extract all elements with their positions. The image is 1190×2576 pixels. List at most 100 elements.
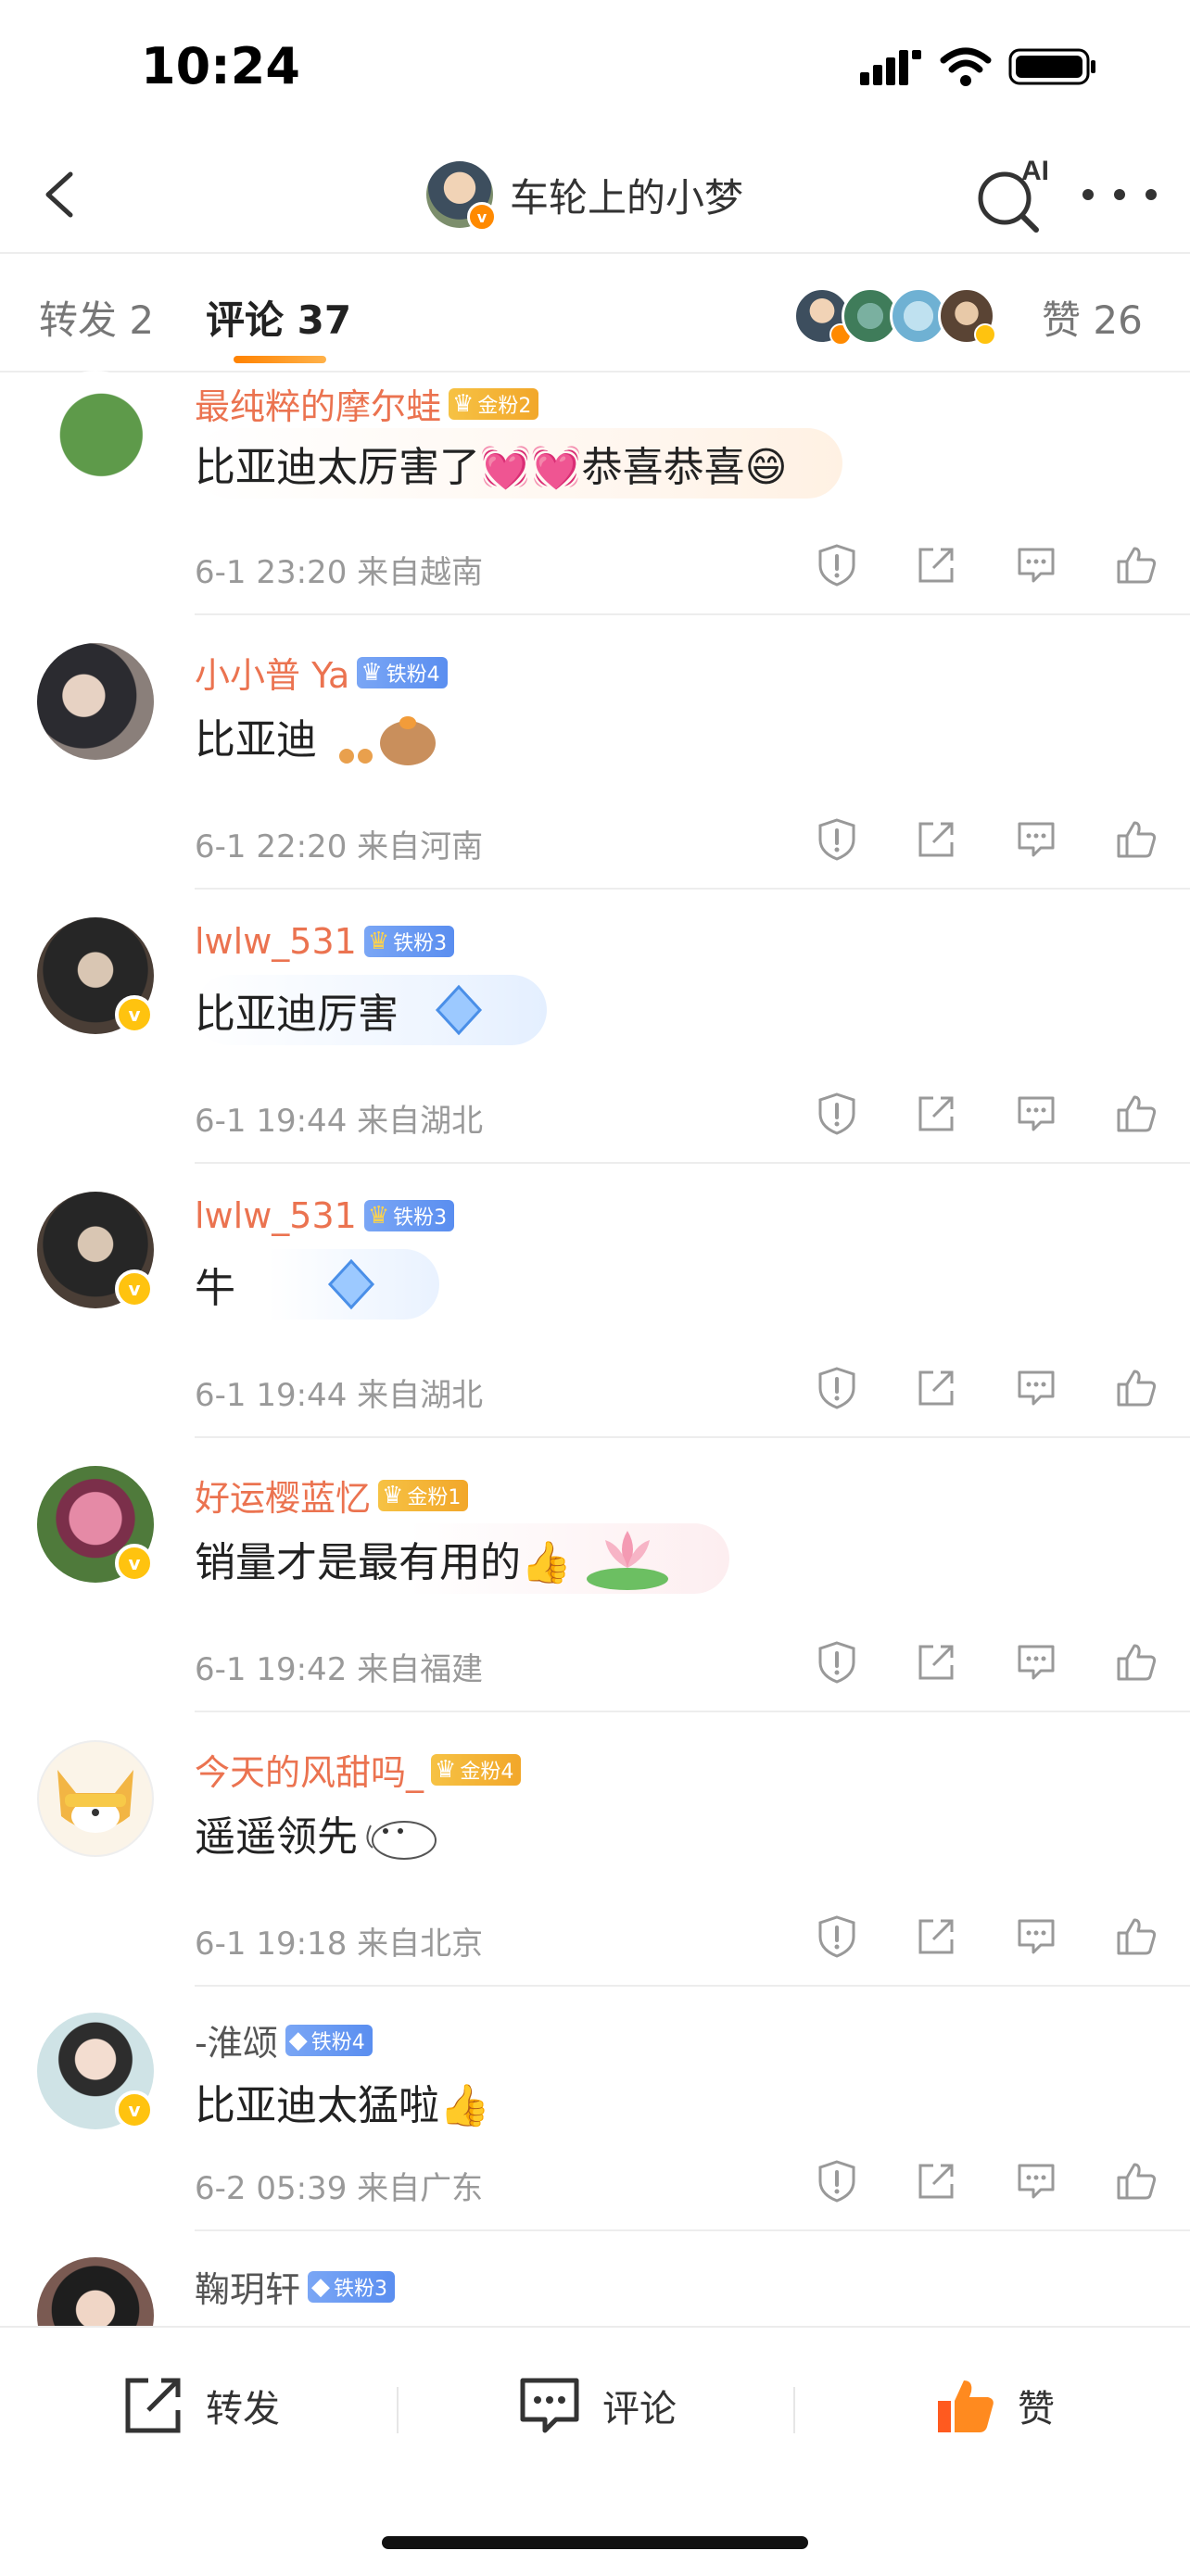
fan-badge[interactable]: ♛ 金粉4 xyxy=(431,1753,522,1786)
report-shield-icon[interactable] xyxy=(816,543,858,587)
like-thumb-icon[interactable] xyxy=(1114,1366,1158,1410)
commenter-avatar[interactable] xyxy=(37,1740,154,1857)
fan-badge[interactable]: ♛ 金粉2 xyxy=(449,387,539,420)
ai-search-button[interactable]: AI xyxy=(973,156,1051,234)
commenter-avatar[interactable] xyxy=(37,643,154,760)
commenter-name[interactable]: -淮颂 xyxy=(195,2014,278,2065)
tab-repost[interactable]: 转发 2 xyxy=(39,289,154,346)
comment-location: 来自湖北 xyxy=(357,1103,484,1140)
report-shield-icon[interactable] xyxy=(816,2159,858,2203)
report-shield-icon[interactable] xyxy=(816,1366,858,1410)
report-shield-icon[interactable] xyxy=(816,817,858,862)
page-title: 车轮上的小梦 xyxy=(510,174,744,221)
report-shield-icon[interactable] xyxy=(816,1640,858,1685)
comment-date: 6-1 19:42 xyxy=(195,1651,348,1688)
reply-comment-icon[interactable] xyxy=(1015,818,1057,861)
commenter-avatar[interactable]: v xyxy=(37,917,154,1034)
like-thumb-icon[interactable] xyxy=(1114,1640,1158,1685)
share-icon[interactable] xyxy=(915,1641,957,1684)
commenter-name[interactable]: lwlw_531 xyxy=(195,1195,357,1236)
share-icon[interactable] xyxy=(915,2160,957,2203)
header-avatar[interactable]: v xyxy=(426,161,497,232)
commenter-name[interactable]: 好运樱蓝忆 xyxy=(195,1470,371,1521)
commenter-name[interactable]: 最纯粹的摩尔蛙 xyxy=(195,378,441,429)
reply-comment-icon[interactable] xyxy=(1015,1367,1057,1409)
commenter-name-row: lwlw_531 ♛ 铁粉3 xyxy=(195,1195,455,1236)
fan-badge[interactable]: ◆ 铁粉4 xyxy=(285,2024,373,2056)
back-button[interactable] xyxy=(28,158,102,232)
like-button[interactable]: 赞 xyxy=(932,2368,1055,2443)
commenter-avatar[interactable] xyxy=(37,371,154,487)
share-icon[interactable] xyxy=(915,1367,957,1409)
comment-text: 比亚迪太猛啦👍 xyxy=(195,2082,490,2129)
commenter-name[interactable]: lwlw_531 xyxy=(195,921,357,962)
commenter-name[interactable]: 小小普 Ya xyxy=(195,647,349,698)
verified-badge-icon xyxy=(974,323,996,346)
fan-badge-label: 金粉1 xyxy=(407,1485,462,1509)
reply-comment-icon[interactable] xyxy=(1015,1915,1057,1958)
fan-badge-label: 金粉4 xyxy=(460,1760,514,1784)
comment-item: v lwlw_531 ♛ 铁粉3 牛 6-1 19:44 来自湖北 xyxy=(0,1164,1190,1436)
like-thumb-icon[interactable] xyxy=(1114,817,1158,862)
comment-date: 6-1 19:44 xyxy=(195,1377,348,1414)
commenter-name[interactable]: 今天的风甜吗_ xyxy=(195,1744,424,1795)
comment-meta: 6-1 19:42 来自福建 xyxy=(195,1644,483,1689)
commenter-avatar[interactable] xyxy=(37,2257,154,2326)
comment-item: 鞠玥轩 ◆ 铁粉3 xyxy=(0,2231,1190,2326)
dot-icon xyxy=(1146,189,1157,200)
like-thumb-icon[interactable] xyxy=(1114,543,1158,587)
commenter-avatar[interactable]: v xyxy=(37,1192,154,1308)
bottom-separator xyxy=(793,2387,795,2433)
comment-date: 6-1 19:44 xyxy=(195,1103,348,1140)
share-icon[interactable] xyxy=(915,544,957,587)
verified-badge-icon: v xyxy=(115,2090,154,2129)
report-shield-icon[interactable] xyxy=(816,1092,858,1136)
diamond-icon: ◆ xyxy=(288,2026,308,2054)
ai-label: AI xyxy=(1021,156,1049,186)
like-thumb-icon[interactable] xyxy=(1114,1914,1158,1959)
reply-comment-icon[interactable] xyxy=(1015,1092,1057,1135)
fan-badge-label: 铁粉3 xyxy=(393,1206,448,1230)
commenter-name-row: 好运樱蓝忆 ♛ 金粉1 xyxy=(195,1470,469,1521)
verified-badge-icon: v xyxy=(115,1544,154,1583)
repost-button[interactable]: 转发 xyxy=(120,2368,280,2443)
commenter-name[interactable]: 鞠玥轩 xyxy=(195,2261,300,2312)
fan-badge[interactable]: ◆ 铁粉3 xyxy=(308,2270,396,2303)
reply-comment-icon[interactable] xyxy=(1015,2160,1057,2203)
fan-badge[interactable]: ♛ 铁粉4 xyxy=(357,656,448,688)
share-icon[interactable] xyxy=(915,1915,957,1958)
like-thumb-icon[interactable] xyxy=(1114,2159,1158,2203)
comment-text: 遥遥领先 xyxy=(195,1813,358,1861)
fan-badge[interactable]: ♛ 铁粉3 xyxy=(363,926,455,957)
home-indicator[interactable] xyxy=(382,2536,808,2549)
fan-badge[interactable]: ♛ 金粉1 xyxy=(378,1479,469,1511)
like-thumb-icon[interactable] xyxy=(1114,1092,1158,1136)
liker-avatars[interactable] xyxy=(793,287,996,346)
dog-sticker-icon xyxy=(366,1821,437,1860)
header-user[interactable]: v 车轮上的小梦 xyxy=(426,158,743,232)
reply-comment-icon[interactable] xyxy=(1015,1641,1057,1684)
tab-comments[interactable]: 评论 37 xyxy=(206,289,351,346)
repost-label: 转发 xyxy=(206,2388,280,2431)
comment-meta: 6-1 19:44 来自湖北 xyxy=(195,1370,483,1415)
report-shield-icon[interactable] xyxy=(816,1914,858,1959)
comment-button[interactable]: 评论 xyxy=(517,2368,677,2443)
comment-bubble: 比亚迪太厉害了💓💓恭喜恭喜😄 xyxy=(195,428,843,499)
tab-likes[interactable]: 赞 26 xyxy=(1042,289,1143,346)
reply-comment-icon[interactable] xyxy=(1015,544,1057,587)
ai-search-icon: AI xyxy=(978,156,1049,233)
share-icon[interactable] xyxy=(915,818,957,861)
comment-date: 6-1 23:20 xyxy=(195,554,348,591)
status-icons xyxy=(860,46,1097,87)
fan-badge-label: 铁粉4 xyxy=(386,663,440,687)
fan-badge[interactable]: ♛ 铁粉3 xyxy=(363,1200,455,1231)
commenter-avatar[interactable]: v xyxy=(37,1466,154,1583)
commenter-avatar[interactable]: v xyxy=(37,2013,154,2129)
more-options-button[interactable] xyxy=(1082,174,1157,215)
comment-label: 评论 xyxy=(602,2388,677,2431)
verified-badge-icon: v xyxy=(115,995,154,1034)
comment-actions xyxy=(816,1914,1158,1959)
share-icon[interactable] xyxy=(915,1092,957,1135)
comment-bubble: 遥遥领先 xyxy=(195,1798,506,1868)
liker-avatar[interactable] xyxy=(938,287,996,346)
